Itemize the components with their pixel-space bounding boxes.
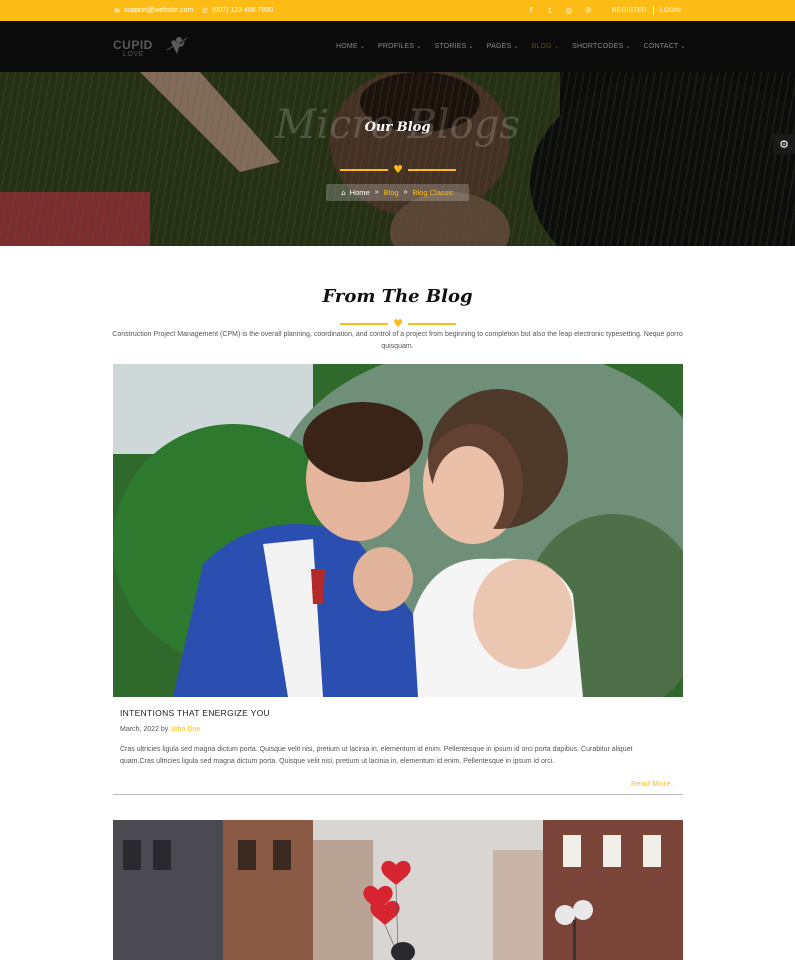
email-contact[interactable]: ✉ support@website.com [114, 7, 193, 15]
post-image[interactable] [113, 820, 683, 960]
chevron-right-icon: » [403, 189, 408, 196]
post-divider [113, 794, 683, 795]
login-link[interactable]: LOGIN [660, 7, 681, 14]
chevron-down-icon: ⌄ [468, 44, 474, 50]
chevron-down-icon: ⌄ [680, 44, 686, 50]
chevron-down-icon: ⌄ [553, 44, 560, 50]
read-more-link[interactable]: Read More.. [631, 779, 676, 788]
post-image[interactable] [113, 364, 683, 697]
nav-shortcodes[interactable]: SHORTCODES ⌄ [572, 43, 631, 50]
top-bar: ✉ support@website.com ✆ (007) 123 456 78… [0, 0, 795, 21]
social-links: f t ◎ ℗ [527, 0, 592, 21]
nav-contact[interactable]: CONTACT ⌄ [644, 43, 686, 50]
gear-icon[interactable]: ⚙ [773, 134, 795, 154]
register-link[interactable]: REGISTER [612, 7, 647, 14]
contact-info: ✉ support@website.com ✆ (007) 123 456 78… [114, 0, 273, 21]
pinterest-icon[interactable]: ℗ [584, 6, 592, 15]
breadcrumb-current: Blog Classic [412, 188, 454, 197]
auth-divider [652, 6, 654, 15]
email-text: support@website.com [123, 7, 194, 14]
instagram-icon[interactable]: ◎ [565, 6, 573, 15]
chevron-down-icon: ⌄ [359, 44, 366, 50]
phone-icon: ✆ [202, 7, 209, 15]
envelope-icon: ✉ [114, 7, 120, 15]
cupid-icon [166, 37, 188, 54]
section-description: Construction Project Management (CPM) is… [112, 331, 683, 350]
breadcrumb-blog[interactable]: Blog [384, 188, 399, 197]
phone-contact[interactable]: ✆ (007) 123 456 7890 [202, 7, 273, 15]
site-logo[interactable]: CUPID LOVE [113, 34, 193, 62]
chevron-down-icon: ⌄ [513, 44, 519, 50]
logo-text: CUPID [113, 38, 153, 52]
breadcrumb: ⌂ Home » Blog » Blog Classic [326, 184, 469, 201]
nav-stories[interactable]: STORIES ⌄ [435, 43, 474, 50]
street-photo [113, 820, 683, 960]
breadcrumb-home[interactable]: Home [350, 188, 370, 197]
main-navbar: CUPID LOVE HOME ⌄ PROFILES ⌄ STORIES ⌄ PAGE… [0, 21, 795, 72]
post-meta: March, 2022 by John Doe [120, 726, 200, 733]
chevron-down-icon: ⌄ [625, 44, 631, 50]
nav-blog[interactable]: BLOG ⌄ [532, 43, 560, 50]
home-icon: ⌂ [341, 188, 346, 197]
chevron-right-icon: » [374, 189, 379, 196]
heart-icon: ♥ [393, 163, 403, 176]
main-menu: HOME ⌄ PROFILES ⌄ STORIES ⌄ PAGES ⌄ BLOG ⌄ SH… [336, 21, 699, 72]
post-excerpt: Cras ultricies ligula sed magna dictum p… [120, 746, 633, 765]
nav-profiles[interactable]: PROFILES ⌄ [378, 43, 421, 50]
chevron-down-icon: ⌄ [416, 44, 422, 50]
auth-links: REGISTER LOGIN [612, 0, 681, 21]
nav-pages[interactable]: PAGES ⌄ [487, 43, 519, 50]
title-divider: ♥ [340, 164, 456, 176]
couple-photo [113, 364, 683, 697]
page-title: Our Blog [364, 120, 431, 135]
page-hero: Micro Blogs Our Blog ♥ ⌂ Home » Blog » B… [0, 72, 795, 246]
nav-home[interactable]: HOME ⌄ [336, 43, 365, 50]
post-title[interactable]: INTENTIONS THAT ENERGIZE YOU [120, 708, 270, 718]
section-title: From The Blog [322, 286, 473, 307]
twitter-icon[interactable]: t [546, 6, 554, 15]
logo-subtext: LOVE [123, 51, 145, 58]
phone-text: (007) 123 456 7890 [212, 7, 274, 14]
post-date: March, 2022 by [120, 726, 169, 733]
facebook-icon[interactable]: f [527, 6, 535, 15]
post-author[interactable]: John Doe [170, 726, 200, 733]
hero-overlay [0, 72, 795, 246]
